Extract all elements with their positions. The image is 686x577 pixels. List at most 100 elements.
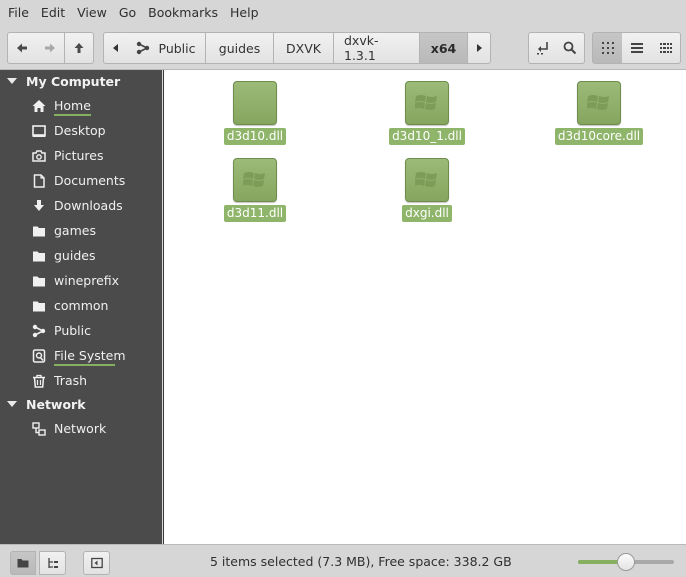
sidebar-toggle-icon <box>90 557 103 569</box>
download-icon <box>31 198 47 214</box>
arrow-up-icon <box>74 43 84 53</box>
breadcrumb-guides[interactable]: guides <box>206 32 274 64</box>
breadcrumb-public[interactable]: Public <box>126 32 206 64</box>
sidebar-item-label: Home <box>54 98 91 116</box>
menu-bookmarks[interactable]: Bookmarks <box>142 0 224 26</box>
list-view-button[interactable] <box>622 32 652 64</box>
sidebar-item-label: Trash <box>54 373 88 388</box>
location-entry-icon <box>536 42 548 55</box>
sidebar-item-label: Downloads <box>54 198 123 213</box>
search-button[interactable] <box>556 32 585 64</box>
section-my-computer[interactable]: My Computer <box>0 70 162 92</box>
sidebar-item-label: wineprefix <box>54 273 120 288</box>
toggle-location-button[interactable] <box>528 32 557 64</box>
windows-logo-icon <box>577 81 621 125</box>
section-network[interactable]: Network <box>0 393 162 415</box>
arrow-left-icon <box>16 43 27 53</box>
compact-view-button[interactable] <box>651 32 681 64</box>
sidebar-item-trash[interactable]: Trash <box>0 368 162 393</box>
sidebar-item-label: Network <box>54 421 107 436</box>
file-item-d3d10-dll[interactable]: d3d10.dll <box>195 81 315 145</box>
trash-icon <box>31 373 47 389</box>
sidebar-item-text: File System <box>54 348 126 363</box>
sidebar-item-games[interactable]: games <box>0 218 162 243</box>
folder-icon <box>17 559 29 568</box>
breadcrumb-scroll-left-button[interactable] <box>103 32 127 64</box>
sidebar-item-documents[interactable]: Documents <box>0 168 162 193</box>
search-icon <box>563 41 577 55</box>
sidebar-item-wineprefix[interactable]: wineprefix <box>0 268 162 293</box>
show-places-button[interactable] <box>10 551 36 575</box>
disk-usage-bar <box>54 114 91 116</box>
sidebar-item-label: guides <box>54 248 96 263</box>
breadcrumb-x64[interactable]: x64 <box>420 32 468 64</box>
section-title: Network <box>26 396 86 412</box>
drive-icon <box>31 348 47 364</box>
chevron-right-icon <box>476 44 482 52</box>
menu-edit[interactable]: Edit <box>35 0 71 26</box>
breadcrumb-scroll-right-button[interactable] <box>467 32 491 64</box>
chevron-left-icon <box>112 44 118 52</box>
toolbar: Public guides DXVK dxvk-1.3.1 x64 <box>0 26 686 70</box>
file-item-dxgi-dll[interactable]: dxgi.dll <box>367 158 487 222</box>
file-item-d3d10core-dll[interactable]: d3d10core.dll <box>539 81 659 145</box>
menu-go[interactable]: Go <box>113 0 142 26</box>
breadcrumb-label: guides <box>218 40 261 56</box>
sidebar-item-guides[interactable]: guides <box>0 243 162 268</box>
sidebar-item-downloads[interactable]: Downloads <box>0 193 162 218</box>
file-item-d3d10-1-dll[interactable]: d3d10_1.dll <box>367 81 487 145</box>
hide-sidebar-button[interactable] <box>83 551 110 575</box>
zoom-slider-handle[interactable] <box>617 553 635 571</box>
zoom-slider[interactable] <box>578 553 674 571</box>
sidebar-item-label: Public <box>54 323 91 338</box>
breadcrumb-dxvk-1-3-1[interactable]: dxvk-1.3.1 <box>334 32 420 64</box>
sidebar-item-label: Desktop <box>54 123 106 138</box>
menu-bar: File Edit View Go Bookmarks Help <box>0 0 686 26</box>
folder-icon <box>31 273 47 289</box>
share-icon <box>31 323 47 339</box>
folder-icon <box>31 223 47 239</box>
sidebar-item-desktop[interactable]: Desktop <box>0 118 162 143</box>
grid-icon <box>601 42 614 54</box>
forward-button[interactable] <box>35 32 64 64</box>
breadcrumb-dxvk[interactable]: DXVK <box>274 32 334 64</box>
expander-down-icon <box>7 401 17 407</box>
file-item-d3d11-dll[interactable]: d3d11.dll <box>195 158 315 222</box>
sidebar-item-label: Pictures <box>54 148 104 163</box>
folder-icon <box>31 298 47 314</box>
desktop-icon <box>31 123 47 139</box>
sidebar-item-text: Home <box>54 98 91 113</box>
arrow-right-icon <box>44 43 55 53</box>
camera-icon <box>31 148 47 164</box>
windows-logo-icon <box>233 158 277 202</box>
folder-icon <box>31 248 47 264</box>
menu-view[interactable]: View <box>71 0 113 26</box>
windows-logo-icon <box>405 158 449 202</box>
file-name: d3d10.dll <box>223 128 287 145</box>
sidebar-item-common[interactable]: common <box>0 293 162 318</box>
menu-file[interactable]: File <box>2 0 35 26</box>
up-button[interactable] <box>64 32 94 64</box>
section-title: My Computer <box>26 73 121 89</box>
sidebar-item-home[interactable]: Home <box>0 93 162 118</box>
breadcrumb-label: DXVK <box>286 40 321 56</box>
compact-list-icon <box>659 43 672 53</box>
disk-usage-bar <box>54 364 115 366</box>
back-button[interactable] <box>7 32 36 64</box>
show-treeview-button[interactable] <box>39 551 66 575</box>
menu-help[interactable]: Help <box>224 0 265 26</box>
sidebar-item-public[interactable]: Public <box>0 318 162 343</box>
file-name: d3d10_1.dll <box>389 128 465 145</box>
share-icon <box>136 41 149 55</box>
sidebar-item-label: Documents <box>54 173 126 188</box>
icon-view-button[interactable] <box>592 32 623 64</box>
status-bar: 5 items selected (7.3 MB), Free space: 3… <box>0 544 686 577</box>
file-name: d3d10core.dll <box>554 128 644 145</box>
sidebar-item-network[interactable]: Network <box>0 416 162 441</box>
sidebar-item-file-system[interactable]: File System <box>0 343 162 368</box>
file-view[interactable]: d3d10.dll d3d10_1.dll d3d10core.dll d3d1… <box>163 70 686 544</box>
sidebar-item-pictures[interactable]: Pictures <box>0 143 162 168</box>
tree-icon <box>47 558 58 568</box>
breadcrumb-label: Public <box>158 40 196 56</box>
windows-logo-icon <box>405 81 449 125</box>
